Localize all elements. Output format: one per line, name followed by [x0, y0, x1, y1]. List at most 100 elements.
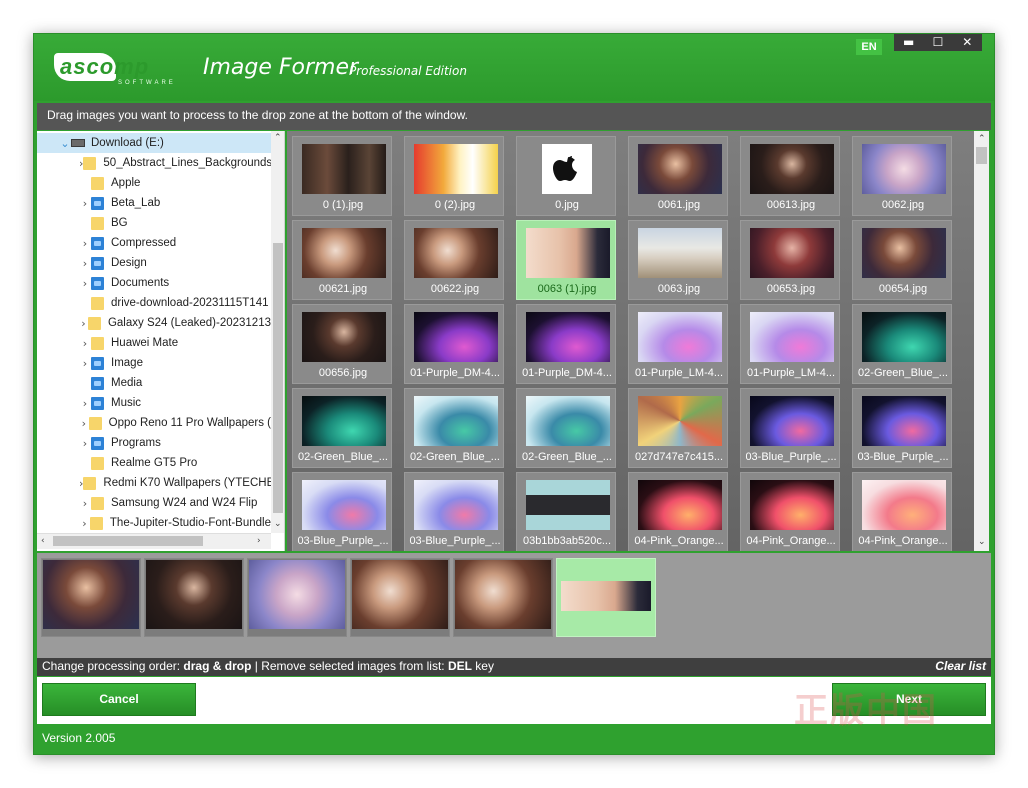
image-thumbnail[interactable]: 01-Purple_LM-4...	[740, 304, 840, 384]
tree-item-folder[interactable]: › Programs	[37, 433, 271, 453]
chevron-right-icon[interactable]: ›	[79, 257, 91, 270]
image-thumbnail[interactable]: 01-Purple_DM-4...	[516, 304, 616, 384]
image-thumbnail[interactable]: 02-Green_Blue_...	[404, 388, 504, 468]
chevron-down-icon[interactable]: ⌄	[59, 137, 71, 150]
image-thumbnail[interactable]: 04-Pink_Orange...	[852, 472, 952, 551]
chevron-right-icon[interactable]: ›	[79, 357, 91, 370]
tree-item-folder[interactable]: › Compressed	[37, 233, 271, 253]
image-thumbnail[interactable]: 00621.jpg	[292, 220, 392, 300]
chevron-right-icon[interactable]: ›	[79, 197, 91, 210]
image-thumbnail[interactable]: 0 (1).jpg	[292, 136, 392, 216]
folder-icon	[91, 176, 104, 190]
tree-item-label: 50_Abstract_Lines_Backgrounds	[103, 157, 271, 169]
drop-zone[interactable]	[37, 553, 991, 658]
chevron-right-icon[interactable]: ›	[79, 437, 91, 450]
image-thumbnail[interactable]: 00653.jpg	[740, 220, 840, 300]
image-thumbnail[interactable]: 03b1bb3ab520c...	[516, 472, 616, 551]
dropzone-image[interactable]	[41, 558, 141, 637]
image-thumbnail[interactable]: 0.jpg	[516, 136, 616, 216]
tree-item-folder[interactable]: › Oppo Reno 11 Pro Wallpapers (	[37, 413, 271, 433]
dropzone-image[interactable]	[247, 558, 347, 637]
chevron-right-icon[interactable]: ›	[79, 417, 89, 430]
tree-horizontal-scroll-thumb[interactable]	[53, 536, 203, 546]
tree-item-folder[interactable]: › The-Jupiter-Studio-Font-Bundle	[37, 513, 271, 533]
minimize-icon[interactable]: ▬	[894, 34, 923, 51]
image-thumbnail[interactable]: 03-Blue_Purple_...	[404, 472, 504, 551]
image-thumbnail[interactable]: 00622.jpg	[404, 220, 504, 300]
folder-icon	[83, 156, 97, 170]
chevron-right-icon[interactable]: ›	[79, 237, 91, 250]
image-preview	[414, 228, 498, 278]
image-thumbnail[interactable]: 02-Green_Blue_...	[292, 388, 392, 468]
tree-item-folder[interactable]: › Galaxy S24 (Leaked)-20231213	[37, 313, 271, 333]
chevron-right-icon[interactable]: ›	[79, 517, 90, 530]
tree-item-folder[interactable]: › Redmi K70 Wallpapers (YTECHB	[37, 473, 271, 493]
image-filename: 04-Pink_Orange...	[858, 535, 948, 547]
folder-tree[interactable]: ⌄ Download (E:) ⌃ ⌄ ‹ › › 50_Abstract_Lin…	[37, 131, 285, 551]
tree-item-folder[interactable]: Realme GT5 Pro	[37, 453, 271, 473]
dropzone-image[interactable]	[556, 558, 656, 637]
image-thumbnail[interactable]: 03-Blue_Purple_...	[292, 472, 392, 551]
image-thumbnail[interactable]: 0062.jpg	[852, 136, 952, 216]
image-thumbnail[interactable]: 04-Pink_Orange...	[740, 472, 840, 551]
image-thumbnail[interactable]: 02-Green_Blue_...	[516, 388, 616, 468]
dropzone-image[interactable]	[350, 558, 450, 637]
image-thumbnail[interactable]: 02-Green_Blue_...	[852, 304, 952, 384]
grid-vertical-scrollbar[interactable]	[974, 131, 989, 551]
image-thumbnail[interactable]: 0 (2).jpg	[404, 136, 504, 216]
button-bar: Cancel Next 正版中国 www.getitfree.cn	[37, 677, 991, 735]
tree-item-folder[interactable]: › Design	[37, 253, 271, 273]
scroll-down-icon[interactable]: ⌄	[274, 519, 282, 529]
image-thumbnail[interactable]: 03-Blue_Purple_...	[852, 388, 952, 468]
image-thumbnail[interactable]: 0061.jpg	[628, 136, 728, 216]
chevron-right-icon[interactable]: ›	[79, 337, 91, 350]
tree-item-folder[interactable]: Apple	[37, 173, 271, 193]
image-thumbnail[interactable]: 04-Pink_Orange...	[628, 472, 728, 551]
image-thumbnail[interactable]: 0063.jpg	[628, 220, 728, 300]
image-thumbnail[interactable]: 027d747e7c415...	[628, 388, 728, 468]
scroll-up-icon[interactable]: ⌃	[978, 134, 986, 144]
tree-item-folder[interactable]: › Image	[37, 353, 271, 373]
cancel-button[interactable]: Cancel	[42, 683, 196, 716]
language-button[interactable]: EN	[856, 39, 882, 55]
chevron-right-icon[interactable]: ›	[79, 317, 88, 330]
image-preview	[526, 396, 610, 446]
chevron-right-icon[interactable]: ›	[79, 397, 91, 410]
tree-item-folder[interactable]: › Documents	[37, 273, 271, 293]
image-thumbnail[interactable]: 0063 (1).jpg	[516, 220, 616, 300]
scroll-up-icon[interactable]: ⌃	[274, 133, 282, 143]
chevron-right-icon[interactable]: ›	[79, 497, 91, 510]
tree-item-folder[interactable]: Media	[37, 373, 271, 393]
maximize-icon[interactable]: ☐	[923, 34, 952, 51]
image-preview	[638, 228, 722, 278]
dropzone-image[interactable]	[144, 558, 244, 637]
image-thumbnail[interactable]: 01-Purple_DM-4...	[404, 304, 504, 384]
image-filename: 0063.jpg	[657, 283, 701, 295]
image-thumbnail[interactable]: 03-Blue_Purple_...	[740, 388, 840, 468]
tree-root-drive[interactable]: ⌄ Download (E:)	[37, 133, 271, 153]
image-thumbnail[interactable]: 00654.jpg	[852, 220, 952, 300]
scroll-left-icon[interactable]: ‹	[41, 536, 45, 546]
tree-vertical-scroll-thumb[interactable]	[273, 243, 283, 513]
scroll-down-icon[interactable]: ⌄	[978, 537, 986, 547]
folder-icon	[91, 216, 104, 230]
image-grid[interactable]: 0 (1).jpg 0 (2).jpg 0.jpg 0061.jpg 00613.jpg…	[287, 131, 989, 551]
tree-item-folder[interactable]: › Huawei Mate	[37, 333, 271, 353]
chevron-right-icon[interactable]: ›	[79, 277, 91, 290]
tree-item-folder[interactable]: › Beta_Lab	[37, 193, 271, 213]
tree-item-folder[interactable]: › 50_Abstract_Lines_Backgrounds	[37, 153, 271, 173]
tree-item-folder[interactable]: BG	[37, 213, 271, 233]
next-button[interactable]: Next	[832, 683, 986, 716]
image-thumbnail[interactable]: 01-Purple_LM-4...	[628, 304, 728, 384]
tree-item-folder[interactable]: › Samsung W24 and W24 Flip	[37, 493, 271, 513]
tree-item-folder[interactable]: drive-download-20231115T141	[37, 293, 271, 313]
grid-vertical-scroll-thumb[interactable]	[976, 147, 987, 164]
tree-item-folder[interactable]: › Music	[37, 393, 271, 413]
clear-list-link[interactable]: Clear list	[935, 658, 986, 675]
image-thumbnail[interactable]: 00656.jpg	[292, 304, 392, 384]
dropzone-image[interactable]	[453, 558, 553, 637]
scroll-right-icon[interactable]: ›	[257, 536, 261, 546]
close-icon[interactable]: ✕	[953, 34, 982, 51]
image-filename: 00656.jpg	[318, 367, 368, 379]
image-thumbnail[interactable]: 00613.jpg	[740, 136, 840, 216]
